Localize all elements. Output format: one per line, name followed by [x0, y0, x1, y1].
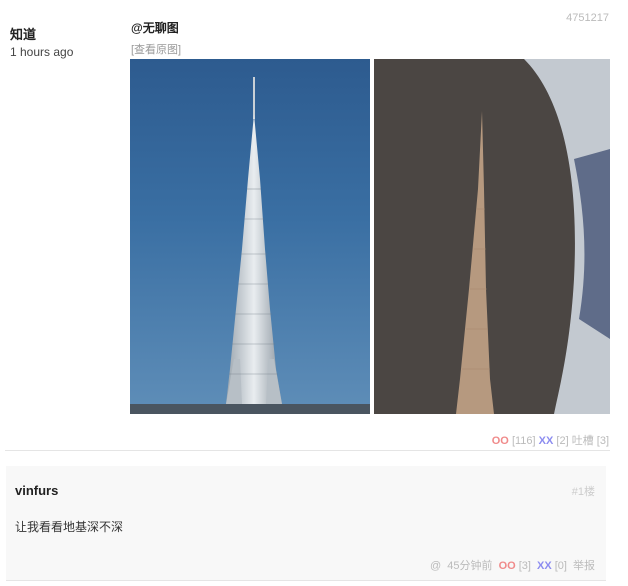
skyscraper-photo — [130, 59, 370, 414]
skyscraper-illustration — [130, 77, 370, 414]
view-original-link[interactable]: [查看原图] — [131, 41, 181, 57]
stocking-photo — [374, 59, 610, 414]
comment: vinfurs #1楼 让我看看地基深不深 @ 45分钟前 OO [3] XX [0… — [6, 466, 606, 580]
comment-text: 让我看看地基深不深 — [15, 520, 124, 534]
post-tag[interactable]: @无聊图 — [131, 19, 179, 36]
comment-oo-button[interactable]: OO — [499, 560, 516, 572]
tucao-button[interactable]: 吐槽 — [572, 435, 594, 447]
post-divider — [5, 450, 610, 451]
post-vote-bar: OO [116] XX [2] 吐槽 [3] — [492, 432, 609, 448]
comment-xx-count: [0] — [554, 560, 567, 572]
comment-floor[interactable]: #1楼 — [572, 483, 595, 499]
comment-time: 45分钟前 — [447, 560, 493, 572]
post-author-block: 知道 1 hours ago — [10, 24, 73, 59]
post-time: 1 hours ago — [10, 45, 74, 59]
tucao-count: [3] — [596, 435, 609, 447]
comment-meta: @ 45分钟前 OO [3] XX [0] 举报 — [427, 557, 595, 573]
report-button[interactable]: 举报 — [573, 560, 595, 572]
post-image[interactable] — [130, 59, 610, 414]
comment-author[interactable]: vinfurs — [15, 483, 58, 498]
xx-button[interactable]: XX — [539, 435, 554, 447]
oo-button[interactable]: OO — [492, 435, 509, 447]
post: 知道 1 hours ago 4751217 @无聊图 [查看原图] OO [1… — [0, 0, 628, 452]
oo-count: [116] — [511, 435, 536, 447]
post-id[interactable]: 4751217 — [566, 12, 609, 24]
reply-at-button[interactable]: @ — [430, 560, 441, 572]
stocking-illustration — [374, 59, 610, 414]
post-author[interactable]: 知道 — [10, 24, 73, 43]
comment-xx-button[interactable]: XX — [537, 560, 552, 572]
comment-divider — [6, 580, 606, 581]
xx-count: [2] — [556, 435, 569, 447]
comment-oo-count: [3] — [518, 560, 531, 572]
